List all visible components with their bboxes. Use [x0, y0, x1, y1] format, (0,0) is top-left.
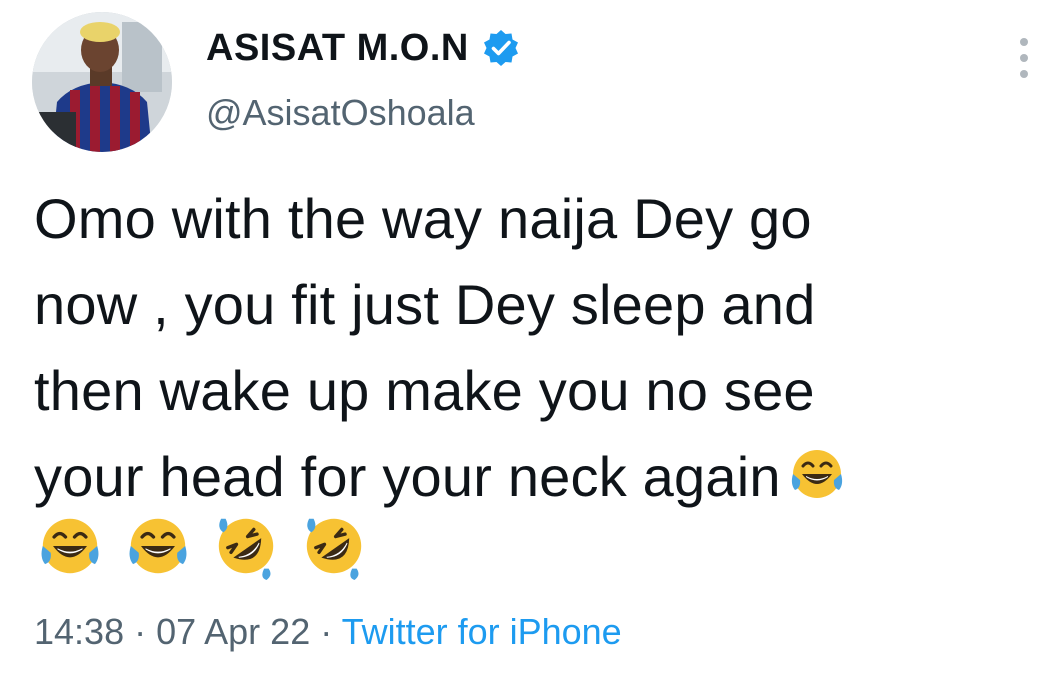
author-handle[interactable]: @AsisatOshoala	[206, 95, 475, 131]
face-with-tears-of-joy-icon	[41, 518, 99, 574]
meta-separator: ·	[124, 611, 157, 652]
avatar-photo	[32, 12, 172, 152]
verified-badge-icon	[483, 30, 518, 66]
author-display-name[interactable]: ASISAT M.O.N	[206, 29, 469, 67]
emoji-row	[36, 512, 368, 580]
tweet-text: Omo with the way naija Dey go now , you …	[34, 176, 1024, 520]
more-dot	[1020, 70, 1028, 78]
author-name-row: ASISAT M.O.N	[206, 28, 521, 68]
meta-separator: ·	[310, 611, 342, 652]
face-with-tears-of-joy-icon	[129, 518, 187, 574]
tweet-meta: 14:38 · 07 Apr 22 · Twitter for iPhone	[34, 614, 622, 650]
avatar[interactable]	[32, 12, 172, 152]
tweet-source-link[interactable]: Twitter for iPhone	[342, 611, 622, 652]
tweet-time[interactable]: 14:38	[34, 611, 124, 652]
more-options-icon[interactable]	[1014, 38, 1034, 78]
more-dot	[1020, 54, 1028, 62]
face-with-tears-of-joy-icon	[791, 450, 842, 498]
rolling-on-the-floor-laughing-icon	[306, 518, 362, 580]
tweet-date[interactable]: 07 Apr 22	[156, 611, 310, 652]
rolling-on-the-floor-laughing-icon	[218, 518, 274, 580]
tweet-body: Omo with the way naija Dey go now , you …	[34, 187, 816, 508]
more-dot	[1020, 38, 1028, 46]
